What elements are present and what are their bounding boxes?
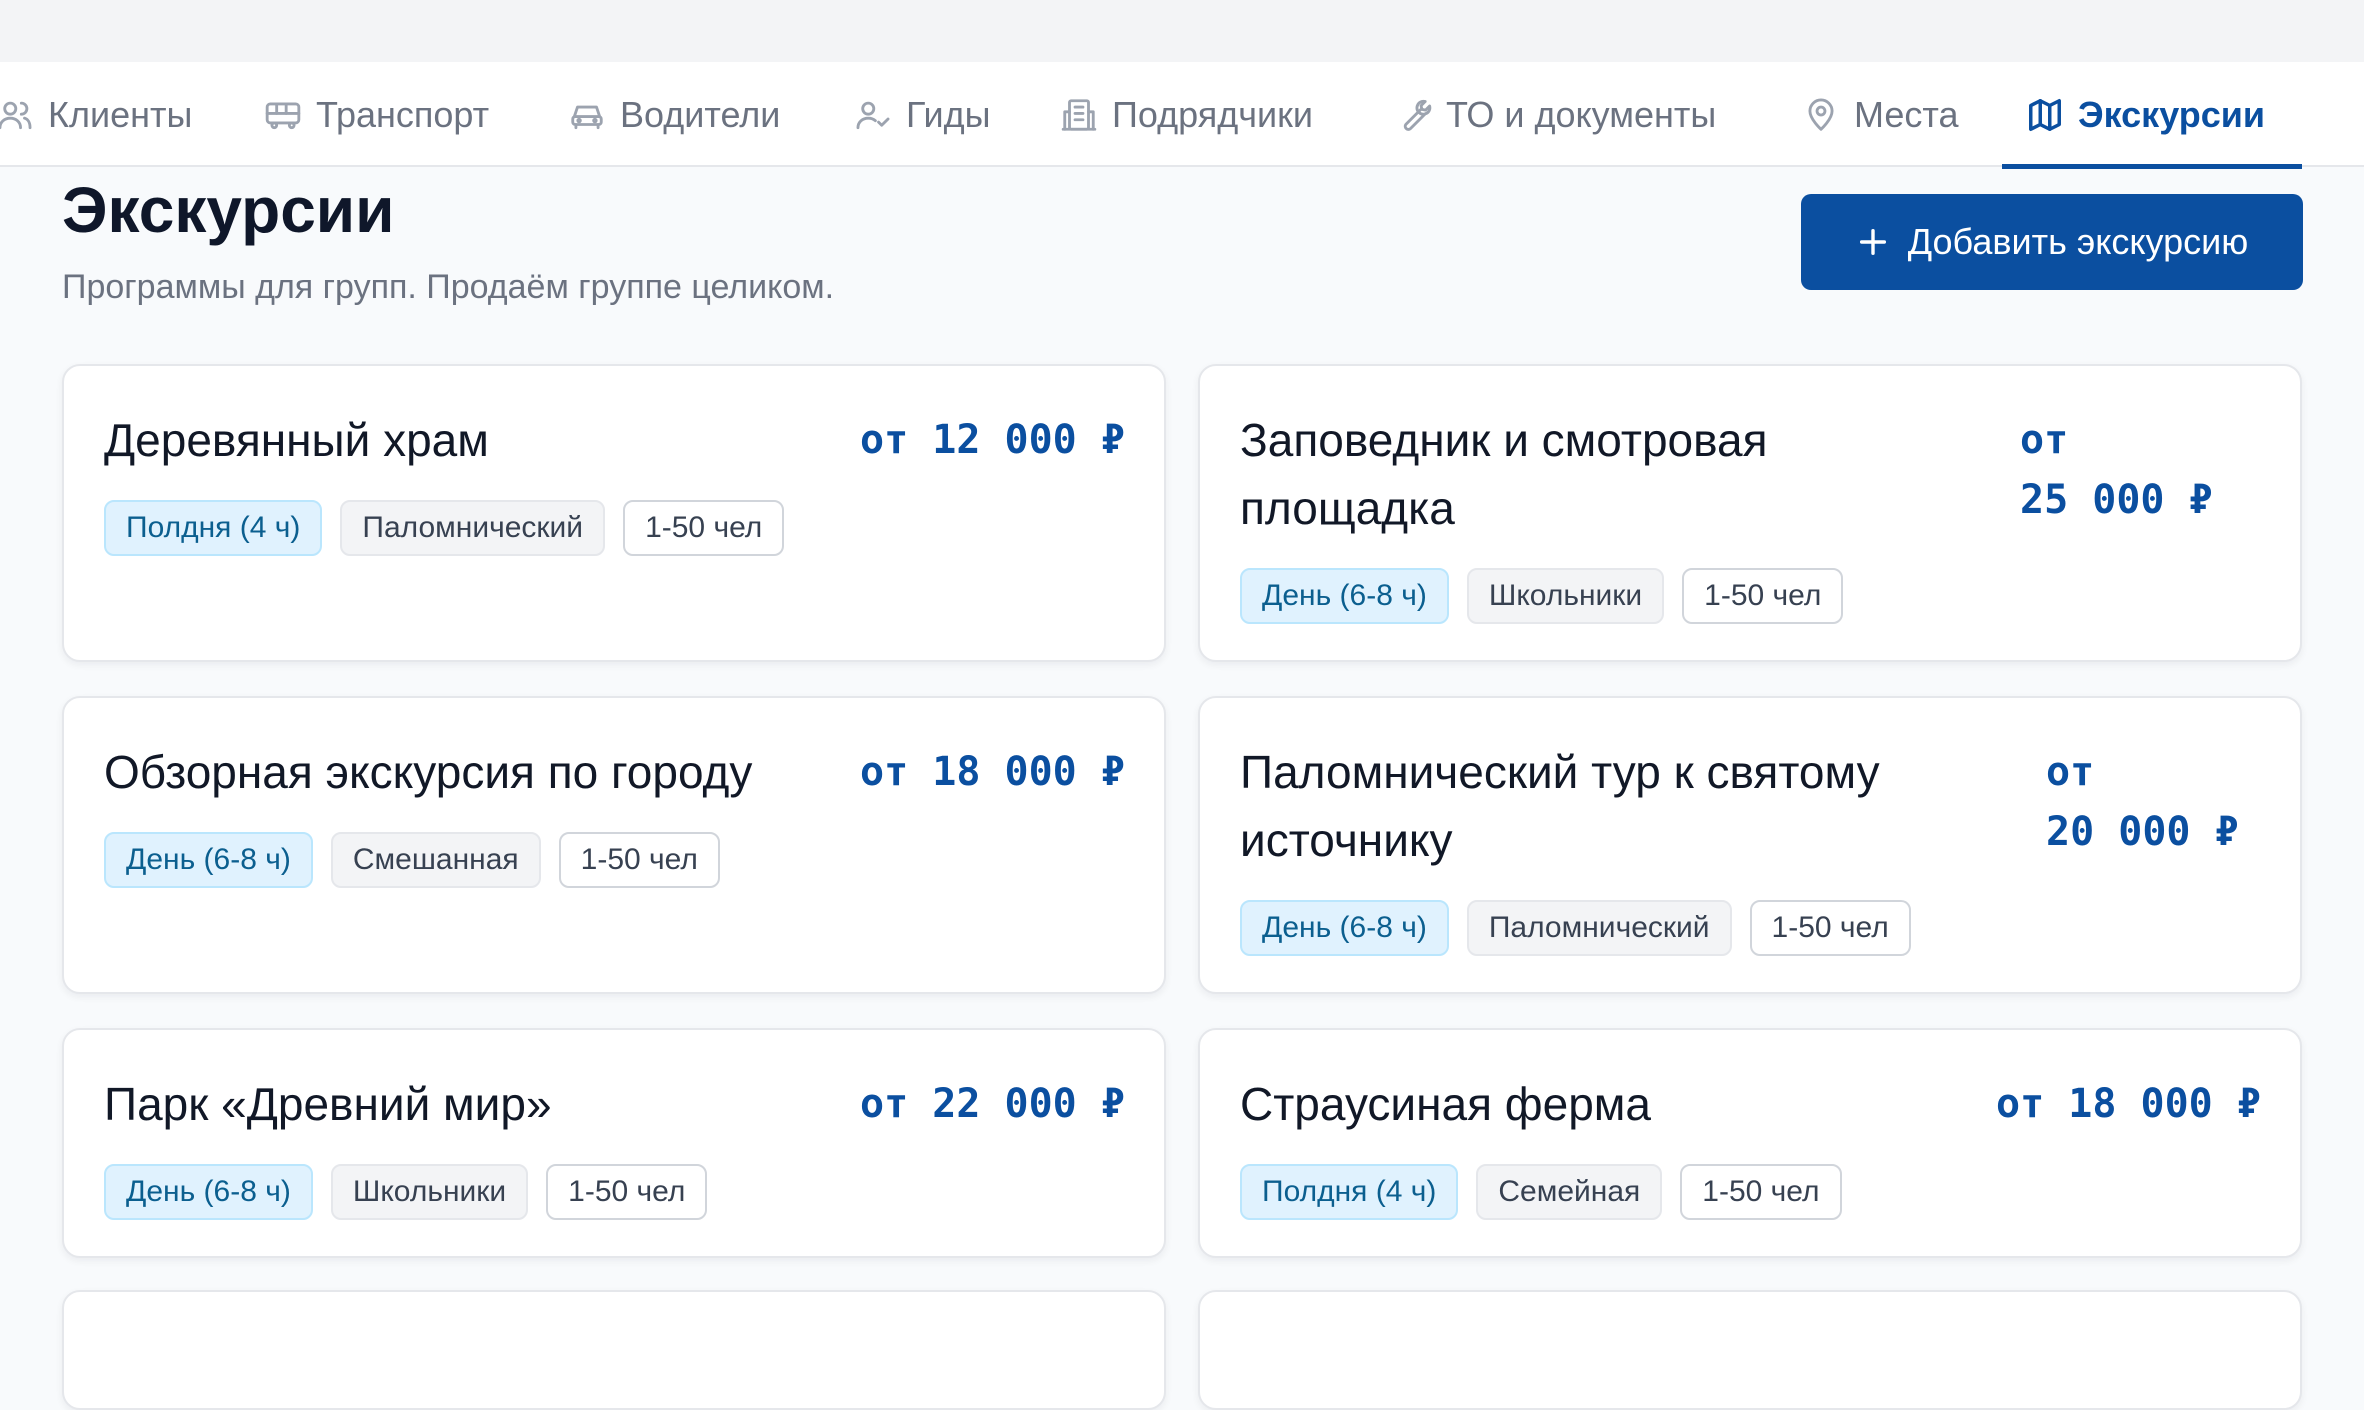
wrench-icon (1394, 96, 1432, 134)
bus-icon (264, 96, 302, 134)
type-tag: Школьники (330, 1164, 529, 1220)
group-size-tag: 1-50 чел (558, 832, 720, 888)
excursion-card-partial[interactable] (62, 1290, 1166, 1410)
excursion-title: Деревянный храм (104, 414, 489, 466)
nav-tab-clients[interactable]: Клиенты (0, 62, 192, 167)
excursion-price: от 18 000 ₽ (1996, 1074, 2261, 1134)
nav-tab-drivers[interactable]: Водители (568, 62, 780, 167)
type-tag: Смешанная (330, 832, 541, 888)
excursion-price: от 12 000 ₽ (860, 410, 1125, 470)
car-icon (568, 96, 606, 134)
tag-list: День (6-8 ч) Школьники 1-50 чел (104, 1164, 708, 1220)
excursion-title: Парк «Древний мир» (104, 1078, 552, 1130)
price-value: 18 000 ₽ (2068, 1081, 2261, 1127)
price-value: 22 000 ₽ (932, 1081, 1125, 1127)
nav-tab-contractors[interactable]: Подрядчики (1060, 62, 1313, 167)
price-prefix: от (860, 417, 909, 463)
excursion-card[interactable]: Парк «Древний мир» от 22 000 ₽ День (6-8… (62, 1028, 1166, 1258)
map-icon (2026, 96, 2064, 134)
nav-tab-maintenance[interactable]: ТО и документы (1394, 62, 1716, 167)
plus-icon (1856, 225, 1890, 259)
price-prefix: от (2020, 417, 2069, 463)
excursion-title: Страусиная ферма (1240, 1078, 1652, 1130)
nav-tab-guides[interactable]: Гиды (854, 62, 990, 167)
nav-tab-excursions[interactable]: Экскурсии (2002, 62, 2302, 169)
excursion-price: от 22 000 ₽ (860, 1074, 1125, 1134)
price-prefix: от (2046, 749, 2095, 795)
type-tag: Паломнический (340, 500, 606, 556)
group-size-tag: 1-50 чел (546, 1164, 708, 1220)
price-prefix: от (860, 1081, 909, 1127)
duration-tag: День (6-8 ч) (1240, 568, 1449, 624)
group-size-tag: 1-50 чел (623, 500, 785, 556)
user-check-icon (854, 96, 892, 134)
top-bar (0, 0, 2364, 62)
page-subtitle: Программы для групп. Продаём группе цели… (62, 268, 835, 306)
add-excursion-button[interactable]: Добавить экскурсию (1801, 194, 2303, 290)
price-value: 18 000 ₽ (932, 749, 1125, 795)
price-value: 20 000 ₽ (2046, 809, 2239, 855)
nav-tab-label: Подрядчики (1112, 93, 1313, 135)
tag-list: День (6-8 ч) Школьники 1-50 чел (1240, 568, 1844, 624)
page-title: Экскурсии (62, 174, 395, 246)
excursion-title: Паломнический тур к святому источнику (1240, 746, 1880, 866)
users-icon (0, 96, 34, 134)
duration-tag: Полдня (4 ч) (104, 500, 323, 556)
tag-list: Полдня (4 ч) Паломнический 1-50 чел (104, 500, 785, 556)
price-value: 25 000 ₽ (2020, 477, 2213, 523)
nav-tab-label: Гиды (906, 93, 991, 135)
excursion-card[interactable]: Заповедник и смотровая площадка от 25 00… (1198, 364, 2302, 662)
excursion-price: от 20 000 ₽ (2046, 742, 2266, 862)
type-tag: Паломнический (1466, 900, 1732, 956)
price-prefix: от (1996, 1081, 2045, 1127)
tag-list: Полдня (4 ч) Семейная 1-50 чел (1240, 1164, 1842, 1220)
add-button-label: Добавить экскурсию (1907, 221, 2249, 262)
excursion-card[interactable]: Деревянный храм от 12 000 ₽ Полдня (4 ч)… (62, 364, 1166, 662)
building-icon (1060, 96, 1098, 134)
nav-tab-transport[interactable]: Транспорт (264, 62, 489, 167)
nav-tab-label: Места (1854, 93, 1959, 135)
nav-tab-label: Водители (620, 93, 781, 135)
tag-list: День (6-8 ч) Паломнический 1-50 чел (1240, 900, 1911, 956)
excursion-card[interactable]: Паломнический тур к святому источнику от… (1198, 696, 2302, 994)
group-size-tag: 1-50 чел (1680, 1164, 1842, 1220)
price-prefix: от (860, 749, 909, 795)
excursion-price: от 18 000 ₽ (860, 742, 1125, 802)
group-size-tag: 1-50 чел (1749, 900, 1911, 956)
tag-list: День (6-8 ч) Смешанная 1-50 чел (104, 832, 720, 888)
group-size-tag: 1-50 чел (1682, 568, 1844, 624)
nav-tab-label: Клиенты (48, 93, 193, 135)
duration-tag: День (6-8 ч) (104, 1164, 313, 1220)
price-value: 12 000 ₽ (932, 417, 1125, 463)
nav-tab-label: Транспорт (316, 93, 490, 135)
nav-tab-label: ТО и документы (1446, 93, 1717, 135)
type-tag: Семейная (1476, 1164, 1663, 1220)
duration-tag: День (6-8 ч) (1240, 900, 1449, 956)
excursion-card[interactable]: Обзорная экскурсия по городу от 18 000 ₽… (62, 696, 1166, 994)
excursion-card-partial[interactable] (1198, 1290, 2302, 1410)
excursion-price: от 25 000 ₽ (2020, 410, 2250, 530)
main-nav: Клиенты Транспорт Водители Гиды Подрядчи… (0, 62, 2364, 169)
duration-tag: Полдня (4 ч) (1240, 1164, 1459, 1220)
excursion-title: Обзорная экскурсия по городу (104, 746, 753, 798)
nav-tab-label: Экскурсии (2078, 93, 2266, 135)
excursion-card[interactable]: Страусиная ферма от 18 000 ₽ Полдня (4 ч… (1198, 1028, 2302, 1258)
excursion-title: Заповедник и смотровая площадка (1240, 414, 1768, 534)
map-pin-icon (1802, 96, 1840, 134)
duration-tag: День (6-8 ч) (104, 832, 313, 888)
type-tag: Школьники (1466, 568, 1665, 624)
nav-tab-places[interactable]: Места (1802, 62, 1959, 167)
